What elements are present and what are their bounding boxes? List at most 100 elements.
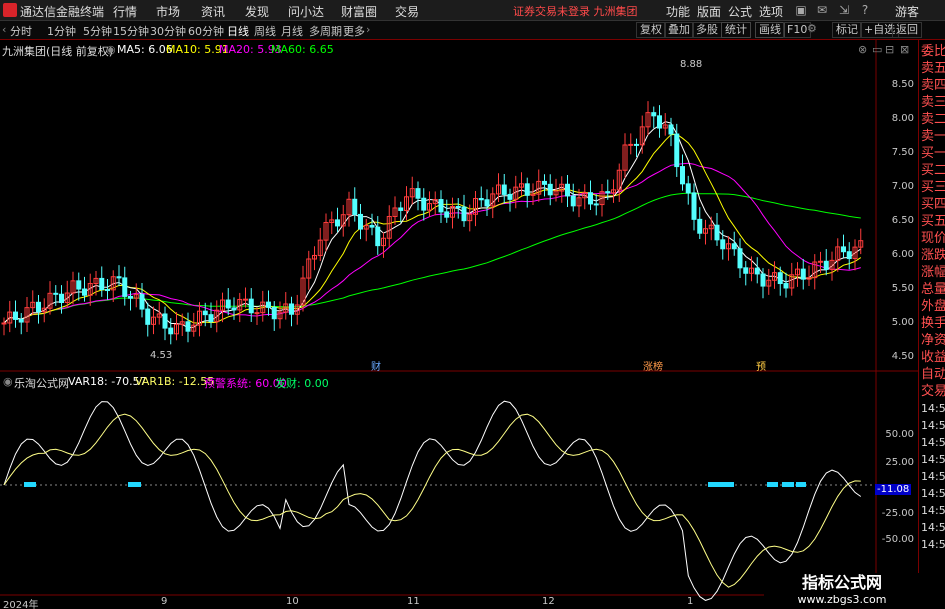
candle-body xyxy=(248,298,254,314)
menu-function[interactable]: 功能 xyxy=(666,3,690,20)
settings-icon[interactable]: ⊗ xyxy=(858,43,867,56)
login-notice: 证券交易未登录 九洲集团 xyxy=(513,5,638,18)
draw-button[interactable]: 画线 xyxy=(755,22,785,38)
menu-item-market[interactable]: 市场 xyxy=(156,3,180,20)
candle-body xyxy=(737,248,743,269)
adjust-button[interactable]: 复权 xyxy=(636,22,666,38)
menu-item-wealth[interactable]: 财富圈 xyxy=(341,3,377,20)
y-tick: 5.50 xyxy=(891,283,914,294)
close-icon[interactable]: ⊠ xyxy=(900,43,909,56)
tab-period-weekly[interactable]: 周线 xyxy=(254,23,276,39)
back-button[interactable]: 返回 xyxy=(892,22,922,38)
kline-chart-area[interactable] xyxy=(0,40,918,609)
candle-body xyxy=(266,301,271,308)
candle-body xyxy=(162,313,168,329)
candle-body xyxy=(593,203,599,206)
side-panel-item: 卖二 xyxy=(921,112,945,127)
signal-marker xyxy=(708,482,734,487)
candle-body xyxy=(634,143,639,146)
y-tick: 6.00 xyxy=(891,249,914,260)
candle-body xyxy=(105,289,110,292)
side-panel-item: 14:56 xyxy=(921,487,945,500)
period-toolbar: ‹ 分时 1分钟 5分钟 15分钟 30分钟 60分钟 日线 周线 月线 多周期… xyxy=(0,21,945,40)
candle-body xyxy=(823,260,829,270)
menu-item-quotes[interactable]: 行情 xyxy=(113,3,137,20)
menu-item-discover[interactable]: 发现 xyxy=(245,3,269,20)
candle-body xyxy=(507,193,513,200)
skin-icon[interactable]: ▣ xyxy=(793,2,809,18)
sub-settings-icon[interactable]: ◉ xyxy=(3,375,13,388)
side-panel-item: 买三 xyxy=(921,180,945,195)
side-panel-item: 委比 xyxy=(921,44,945,59)
tab-period-1min[interactable]: 1分钟 xyxy=(47,23,76,39)
x-tick: 10 xyxy=(286,596,299,607)
tools-icon[interactable]: ⚙ xyxy=(804,22,820,38)
tab-period-monthly[interactable]: 月线 xyxy=(281,23,303,39)
ma-settings-icon[interactable]: ◉ xyxy=(106,43,116,56)
candle-body xyxy=(743,267,749,274)
x-tick: 12 xyxy=(542,596,555,607)
candle-body xyxy=(685,183,691,194)
candle-body xyxy=(82,288,87,296)
chevron-left-icon[interactable]: ‹ xyxy=(2,23,6,36)
menu-formula[interactable]: 公式 xyxy=(728,3,752,20)
side-panel-item: 换手 xyxy=(921,316,945,331)
menu-layout[interactable]: 版面 xyxy=(697,3,721,20)
menu-options[interactable]: 选项 xyxy=(759,3,783,20)
candle-body xyxy=(668,124,674,135)
candle-body xyxy=(674,133,680,168)
multi-stock-button[interactable]: 多股 xyxy=(692,22,722,38)
candle-body xyxy=(415,188,421,199)
candle-body xyxy=(122,277,128,297)
side-panel-item: 14:56 xyxy=(921,470,945,483)
tab-period-15min[interactable]: 15分钟 xyxy=(113,23,149,39)
candle-body xyxy=(697,218,703,234)
tab-period-multi[interactable]: 多周期 xyxy=(309,23,342,39)
var18-line xyxy=(3,400,862,601)
menu-item-trade[interactable]: 交易 xyxy=(395,3,419,20)
candle-body xyxy=(565,183,570,197)
app-logo-icon xyxy=(3,3,17,17)
help-icon[interactable]: ? xyxy=(857,2,873,18)
tab-period-daily[interactable]: 日线 xyxy=(227,23,249,39)
stats-button[interactable]: 统计 xyxy=(721,22,751,38)
event-tag-forecast[interactable]: 预 xyxy=(756,358,766,373)
candle-body xyxy=(128,295,133,299)
tab-period-5min[interactable]: 5分钟 xyxy=(83,23,112,39)
candle-body xyxy=(754,267,760,275)
sub-indicator-title: 乐淘公式网 xyxy=(14,377,69,390)
candle-body xyxy=(680,166,685,185)
tab-period-intraday[interactable]: 分时 xyxy=(10,23,32,39)
side-panel-item[interactable]: 交易 xyxy=(921,384,945,400)
overlay-button[interactable]: 叠加 xyxy=(664,22,694,38)
candle-body xyxy=(99,277,105,291)
candle-body xyxy=(185,321,191,332)
side-panel-item: 涨幅 xyxy=(921,265,945,280)
mark-button[interactable]: 标记 xyxy=(832,22,862,38)
candle-body xyxy=(369,224,375,228)
ma5-label: MA5: 6.06 xyxy=(117,43,173,56)
candle-body xyxy=(691,192,697,220)
arrow-icon[interactable]: ⇲ xyxy=(836,2,852,18)
chevron-right-icon[interactable]: › xyxy=(366,23,370,36)
menu-item-ask[interactable]: 问小达 xyxy=(288,3,324,20)
user-guest[interactable]: 游客 xyxy=(895,3,919,20)
tab-period-more[interactable]: 更多 xyxy=(343,23,365,39)
mail-icon[interactable]: ✉ xyxy=(814,2,830,18)
menu-item-news[interactable]: 资讯 xyxy=(201,3,225,20)
minimize-icon[interactable]: ⊟ xyxy=(885,43,894,56)
stock-title: 九洲集团(日线 前复权) xyxy=(2,45,114,58)
side-panel-item: 现价 xyxy=(921,231,945,246)
candle-body xyxy=(254,312,260,315)
side-panel-item: 外盘 xyxy=(921,299,945,314)
y-tick: 6.50 xyxy=(891,215,914,226)
var1b-line xyxy=(3,413,861,588)
tab-period-60min[interactable]: 60分钟 xyxy=(188,23,224,39)
expand-icon[interactable]: ▭ xyxy=(872,43,882,56)
event-tag-top-gainer[interactable]: 涨榜 xyxy=(643,358,663,373)
side-panel-item[interactable]: 自动 xyxy=(921,367,945,383)
candle-body xyxy=(76,280,82,290)
candle-body xyxy=(398,207,404,211)
event-tag-finance[interactable]: 财 xyxy=(371,358,381,373)
tab-period-30min[interactable]: 30分钟 xyxy=(150,23,186,39)
